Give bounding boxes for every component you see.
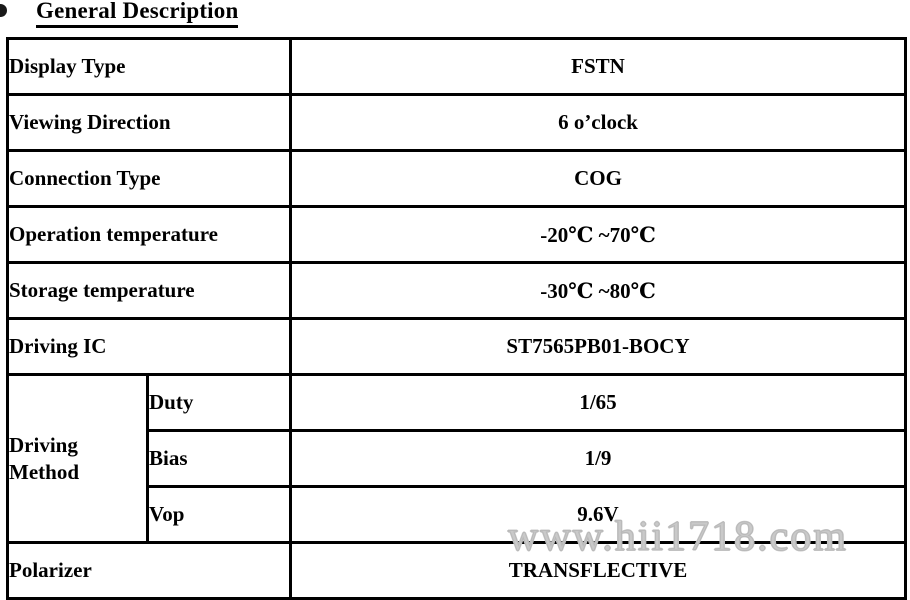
- row-label: Viewing Direction: [5, 93, 293, 152]
- sub-row-label: Duty: [145, 373, 293, 432]
- row-value: FSTN: [289, 37, 908, 96]
- row-value: ST7565PB01-BOCY: [289, 317, 908, 376]
- driving-method-label: Driving Method: [6, 373, 149, 544]
- sub-row-value: 1/65: [289, 373, 908, 432]
- row-label: Polarizer: [5, 541, 293, 600]
- sub-row-label: Bias: [145, 429, 293, 488]
- table-row-polarizer: Polarizer TRANSFLECTIVE: [5, 541, 908, 600]
- table-row: Viewing Direction 6 o’clock: [5, 93, 908, 152]
- row-label: Connection Type: [5, 149, 293, 208]
- bullet-icon: [0, 4, 7, 17]
- row-label: Driving IC: [5, 317, 293, 376]
- row-label: Storage temperature: [5, 261, 293, 320]
- row-value: 6 o’clock: [289, 93, 908, 152]
- row-value: -20℃ ~70℃: [289, 205, 908, 264]
- row-label: Display Type: [5, 37, 293, 96]
- row-value: COG: [289, 149, 908, 208]
- table-row: Display Type FSTN: [5, 37, 908, 96]
- table-row: Operation temperature -20℃ ~70℃: [5, 205, 908, 264]
- sub-row-value: 9.6V: [289, 485, 908, 544]
- row-value: TRANSFLECTIVE: [289, 541, 908, 600]
- section-heading: General Description: [0, 0, 910, 30]
- row-value: -30℃ ~80℃: [289, 261, 908, 320]
- sub-row-label: Vop: [145, 485, 293, 544]
- table-row-driving-duty: Driving Method Duty 1/65: [6, 373, 908, 544]
- table-row: Connection Type COG: [5, 149, 908, 208]
- table-row: Driving IC ST7565PB01-BOCY: [5, 317, 908, 376]
- row-label: Operation temperature: [5, 205, 293, 264]
- page-title: General Description: [36, 0, 239, 28]
- sub-row-value: 1/9: [289, 429, 908, 488]
- table-row: Storage temperature -30℃ ~80℃: [5, 261, 908, 320]
- general-description-table: Display Type FSTN Viewing Direction 6 o’…: [5, 37, 908, 600]
